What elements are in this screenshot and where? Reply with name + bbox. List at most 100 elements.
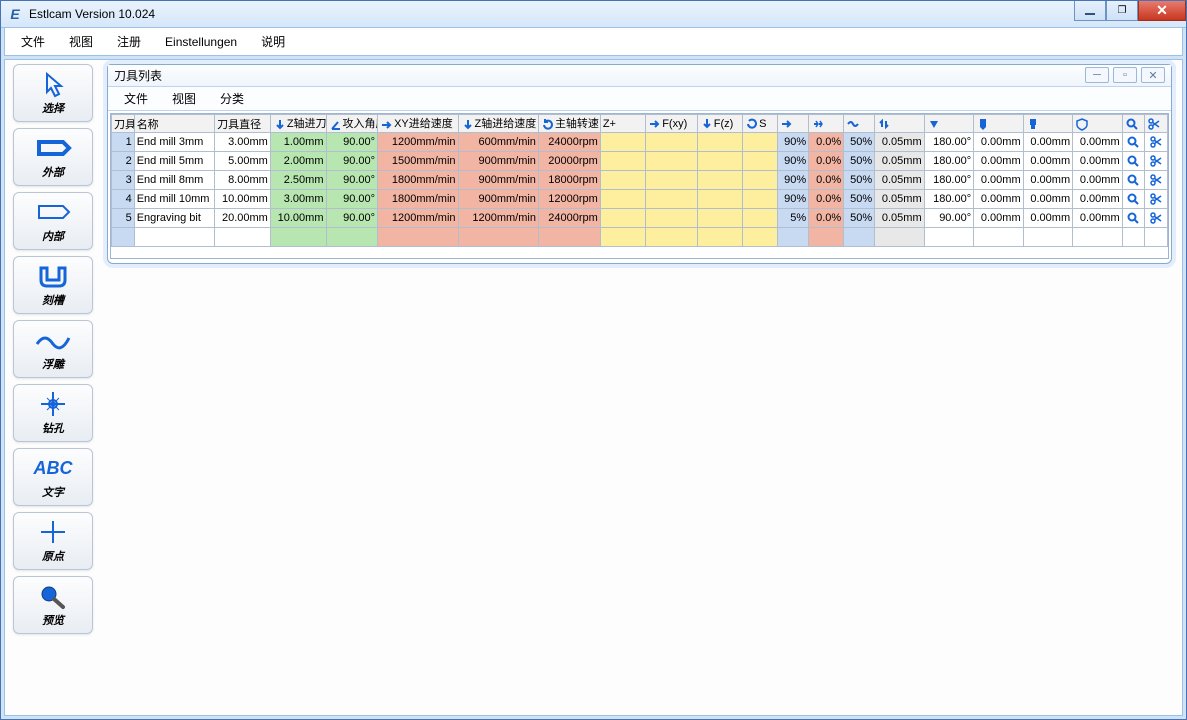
tool-engrave[interactable]: 刻槽	[13, 256, 93, 314]
panel-menu-sort[interactable]: 分类	[220, 90, 244, 107]
cell-fxy[interactable]	[646, 190, 698, 209]
col-ov1[interactable]	[778, 115, 809, 133]
cell-number[interactable]: 5	[112, 209, 135, 228]
row-search-button[interactable]	[1122, 209, 1145, 228]
cell-diameter[interactable]: 10.00mm	[215, 190, 271, 209]
cell-diameter[interactable]: 8.00mm	[215, 171, 271, 190]
table-row[interactable]: 3End mill 8mm8.00mm2.50mm90.00°1800mm/mi…	[112, 171, 1168, 190]
cell-fz[interactable]	[697, 209, 742, 228]
cell-ov4[interactable]: 0.05mm	[875, 209, 925, 228]
cell-number[interactable]: 4	[112, 190, 135, 209]
cell-zdepth[interactable]: 2.50mm	[270, 171, 326, 190]
cell-spindle[interactable]: 24000rpm	[538, 209, 600, 228]
cell-s[interactable]	[743, 209, 778, 228]
cell-xyfeed[interactable]: 1800mm/min	[378, 171, 458, 190]
cell-ov1[interactable]: 90%	[778, 152, 809, 171]
cell-number[interactable]: 1	[112, 133, 135, 152]
col-ov4[interactable]	[875, 115, 925, 133]
cell-ov1[interactable]: 90%	[778, 133, 809, 152]
tool-inside[interactable]: 内部	[13, 192, 93, 250]
cell-tipangle[interactable]: 180.00°	[924, 171, 974, 190]
cell-m3[interactable]: 0.00mm	[1073, 171, 1123, 190]
cell-spindle[interactable]: 18000rpm	[538, 171, 600, 190]
menu-register[interactable]: 注册	[117, 33, 141, 50]
col-number[interactable]: 刀具编号	[112, 115, 135, 133]
cell-ov4[interactable]: 0.05mm	[875, 133, 925, 152]
col-spindle[interactable]: 主轴转速	[538, 115, 600, 133]
cell-m2[interactable]: 0.00mm	[1023, 190, 1073, 209]
row-search-button[interactable]	[1122, 171, 1145, 190]
cell-ov2[interactable]: 0.0%	[809, 190, 844, 209]
cell-ov1[interactable]: 90%	[778, 171, 809, 190]
col-tipangle[interactable]	[924, 115, 974, 133]
row-cut-button[interactable]	[1145, 152, 1168, 171]
cell-angle[interactable]: 90.00°	[326, 152, 378, 171]
row-cut-button[interactable]	[1145, 190, 1168, 209]
menu-settings[interactable]: Einstellungen	[165, 35, 237, 49]
cell-ov3[interactable]: 50%	[844, 133, 875, 152]
tool-origin[interactable]: 原点	[13, 512, 93, 570]
cell-angle[interactable]: 90.00°	[326, 190, 378, 209]
col-scissors[interactable]	[1145, 115, 1168, 133]
cell-m3[interactable]: 0.00mm	[1073, 190, 1123, 209]
cell-fz[interactable]	[697, 152, 742, 171]
col-ov3[interactable]	[844, 115, 875, 133]
tool-drill[interactable]: 钻孔	[13, 384, 93, 442]
col-ov2[interactable]	[809, 115, 844, 133]
col-zdepth[interactable]: Z轴进刀深度	[270, 115, 326, 133]
cell-ov4[interactable]: 0.05mm	[875, 190, 925, 209]
cell-m1[interactable]: 0.00mm	[974, 152, 1024, 171]
cell-zdepth[interactable]: 3.00mm	[270, 190, 326, 209]
cell-zfeed[interactable]: 900mm/min	[458, 171, 538, 190]
menu-view[interactable]: 视图	[69, 33, 93, 50]
row-cut-button[interactable]	[1145, 171, 1168, 190]
cell-m2[interactable]: 0.00mm	[1023, 152, 1073, 171]
cell-zplus[interactable]	[600, 133, 645, 152]
cell-ov4[interactable]: 0.05mm	[875, 171, 925, 190]
col-name[interactable]: 名称	[134, 115, 214, 133]
cell-zplus[interactable]	[600, 152, 645, 171]
table-row-empty[interactable]	[112, 228, 1168, 247]
panel-minimize-button[interactable]: ─	[1085, 67, 1109, 83]
cell-s[interactable]	[743, 133, 778, 152]
cell-ov3[interactable]: 50%	[844, 171, 875, 190]
cell-ov2[interactable]: 0.0%	[809, 152, 844, 171]
col-fz[interactable]: F(z)	[697, 115, 742, 133]
cell-xyfeed[interactable]: 1800mm/min	[378, 190, 458, 209]
table-row[interactable]: 1End mill 3mm3.00mm1.00mm90.00°1200mm/mi…	[112, 133, 1168, 152]
tool-select[interactable]: 选择	[13, 64, 93, 122]
cell-m1[interactable]: 0.00mm	[974, 190, 1024, 209]
panel-menu-file[interactable]: 文件	[124, 90, 148, 107]
col-zplus[interactable]: Z+	[600, 115, 645, 133]
col-fxy[interactable]: F(xy)	[646, 115, 698, 133]
cell-fz[interactable]	[697, 133, 742, 152]
cell-ov2[interactable]: 0.0%	[809, 171, 844, 190]
cell-spindle[interactable]: 12000rpm	[538, 190, 600, 209]
cell-zplus[interactable]	[600, 209, 645, 228]
cell-ov3[interactable]: 50%	[844, 209, 875, 228]
panel-close-button[interactable]: ✕	[1141, 67, 1165, 83]
cell-zfeed[interactable]: 600mm/min	[458, 133, 538, 152]
cell-angle[interactable]: 90.00°	[326, 209, 378, 228]
cell-angle[interactable]: 90.00°	[326, 133, 378, 152]
cell-zfeed[interactable]: 1200mm/min	[458, 209, 538, 228]
cell-fxy[interactable]	[646, 171, 698, 190]
cell-xyfeed[interactable]: 1500mm/min	[378, 152, 458, 171]
cell-zfeed[interactable]: 900mm/min	[458, 190, 538, 209]
menu-file[interactable]: 文件	[21, 33, 45, 50]
table-row[interactable]: 2End mill 5mm5.00mm2.00mm90.00°1500mm/mi…	[112, 152, 1168, 171]
panel-titlebar[interactable]: 刀具列表 ─ ▫ ✕	[108, 65, 1171, 87]
cell-ov3[interactable]: 50%	[844, 152, 875, 171]
cell-m1[interactable]: 0.00mm	[974, 133, 1024, 152]
cell-m3[interactable]: 0.00mm	[1073, 152, 1123, 171]
col-s[interactable]: S	[743, 115, 778, 133]
cell-number[interactable]: 3	[112, 171, 135, 190]
row-cut-button[interactable]	[1145, 133, 1168, 152]
cell-tipangle[interactable]: 180.00°	[924, 152, 974, 171]
cell-fxy[interactable]	[646, 209, 698, 228]
tool-text[interactable]: ABC 文字	[13, 448, 93, 506]
cell-xyfeed[interactable]: 1200mm/min	[378, 209, 458, 228]
cell-fxy[interactable]	[646, 152, 698, 171]
tool-outside[interactable]: 外部	[13, 128, 93, 186]
cell-tipangle[interactable]: 180.00°	[924, 190, 974, 209]
